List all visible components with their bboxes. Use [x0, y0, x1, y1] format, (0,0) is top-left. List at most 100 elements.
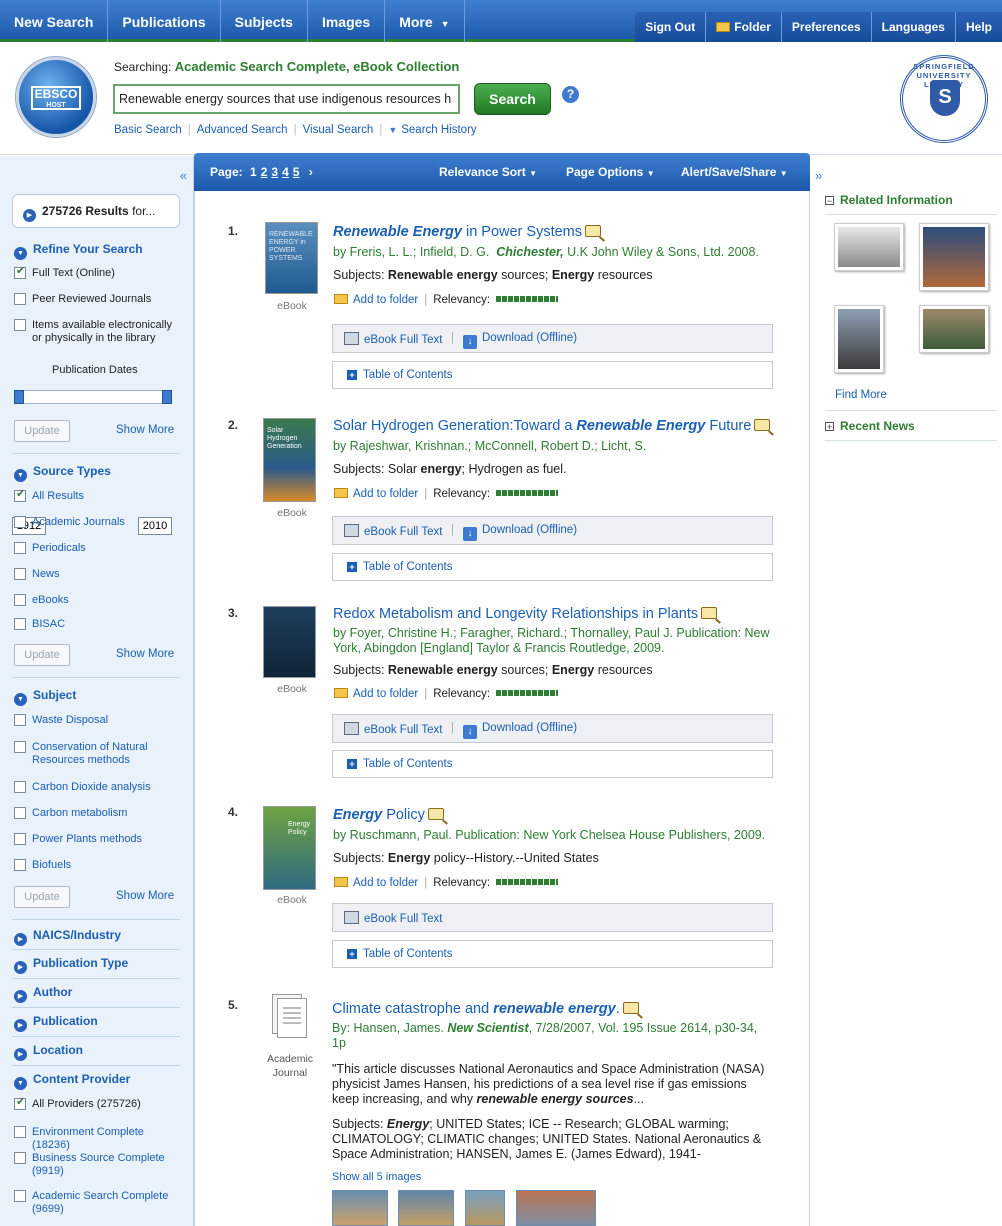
languages-link[interactable]: Languages	[870, 12, 955, 42]
slider-handle-left[interactable]	[14, 390, 24, 404]
relevance-sort-dropdown[interactable]: Relevance Sort ▼	[439, 165, 537, 179]
search-history-link[interactable]: Search History	[401, 124, 476, 136]
update-button[interactable]: Update	[14, 420, 70, 442]
ebook-full-text-link[interactable]: eBook Full Text	[344, 332, 442, 346]
help-link[interactable]: Help	[954, 12, 1002, 42]
preview-magnifier-icon[interactable]	[754, 419, 771, 431]
update-button[interactable]: Update	[14, 886, 70, 908]
provider-all[interactable]: All Providers (275726)	[14, 1096, 184, 1111]
next-page-icon[interactable]: ›	[309, 165, 313, 179]
page-options-dropdown[interactable]: Page Options ▼	[566, 165, 655, 179]
filter-peer-reviewed[interactable]: Peer Reviewed Journals	[14, 293, 184, 306]
checkbox[interactable]	[14, 319, 26, 331]
page-2-link[interactable]: 2	[261, 165, 268, 179]
checkbox[interactable]	[14, 833, 26, 845]
nav-new-search[interactable]: New Search	[0, 0, 109, 42]
slider-handle-right[interactable]	[162, 390, 172, 404]
date-range-slider[interactable]	[14, 390, 172, 404]
author-heading[interactable]: ▶ Author	[14, 985, 72, 1003]
book-cover-thumbnail[interactable]: RENEWABLE ENERGY in POWER SYSTEMS	[265, 222, 318, 294]
source-periodicals[interactable]: Periodicals	[14, 542, 184, 555]
result-title[interactable]: Renewable Energy in Power Systems	[333, 223, 783, 241]
show-all-images-link[interactable]: Show all 5 images	[332, 1171, 421, 1183]
download-offline-link[interactable]: ↓ Download (Offline)	[463, 722, 577, 739]
checkbox[interactable]	[14, 542, 26, 554]
checkbox[interactable]	[14, 516, 26, 528]
table-of-contents-toggle[interactable]: + Table of Contents	[332, 940, 773, 968]
checkbox[interactable]	[14, 1126, 26, 1138]
checkbox[interactable]	[14, 488, 26, 502]
source-all-results[interactable]: All Results	[14, 488, 184, 503]
results-count-box[interactable]: ▶ 275726 Results for...	[12, 194, 180, 228]
result-title[interactable]: Solar Hydrogen Generation:Toward a Renew…	[333, 417, 783, 435]
checkbox[interactable]	[14, 1152, 26, 1164]
related-image[interactable]	[834, 305, 884, 373]
checkbox[interactable]	[14, 265, 26, 279]
image-thumbnail[interactable]	[465, 1190, 505, 1226]
checkbox[interactable]	[14, 741, 26, 753]
source-bisac[interactable]: BISAC	[14, 618, 184, 631]
nav-publications[interactable]: Publications	[108, 0, 221, 42]
related-image[interactable]	[834, 223, 904, 271]
filter-available-library[interactable]: Items available electronically or physic…	[14, 319, 184, 345]
download-offline-link[interactable]: ↓ Download (Offline)	[463, 332, 577, 349]
subject-power-plants[interactable]: Power Plants methods	[14, 833, 184, 846]
checkbox[interactable]	[14, 1096, 26, 1110]
publication-type-heading[interactable]: ▶ Publication Type	[14, 956, 128, 974]
book-cover-thumbnail[interactable]: Solar Hydrogen Generation	[263, 418, 316, 502]
checkbox[interactable]	[14, 618, 26, 630]
refine-search-heading[interactable]: ▼ Refine Your Search	[14, 242, 143, 260]
source-types-heading[interactable]: ▼ Source Types	[14, 464, 111, 482]
image-thumbnail[interactable]	[516, 1190, 596, 1226]
ebook-full-text-link[interactable]: eBook Full Text	[344, 524, 442, 538]
visual-search-link[interactable]: Visual Search	[303, 124, 374, 136]
source-academic-journals[interactable]: Academic Journals	[14, 516, 184, 529]
table-of-contents-toggle[interactable]: + Table of Contents	[332, 750, 773, 778]
subject-heading[interactable]: ▼ Subject	[14, 688, 76, 706]
checkbox[interactable]	[14, 781, 26, 793]
book-cover-thumbnail[interactable]: Energy Policy	[263, 806, 316, 890]
result-title[interactable]: Climate catastrophe and renewable energy…	[332, 1000, 782, 1018]
ebook-full-text-link[interactable]: eBook Full Text	[344, 722, 442, 736]
filter-full-text[interactable]: Full Text (Online)	[14, 265, 184, 280]
checkbox[interactable]	[14, 859, 26, 871]
checkbox[interactable]	[14, 594, 26, 606]
subject-carbon-dioxide[interactable]: Carbon Dioxide analysis	[14, 781, 184, 794]
provider-academic-search[interactable]: Academic Search Complete (9699)	[14, 1190, 184, 1216]
advanced-search-link[interactable]: Advanced Search	[197, 124, 288, 136]
help-icon[interactable]: ?	[562, 86, 579, 103]
table-of-contents-toggle[interactable]: + Table of Contents	[332, 361, 773, 389]
provider-environment-complete[interactable]: Environment Complete (18236)	[14, 1126, 184, 1152]
page-1-link[interactable]: 1	[250, 165, 257, 179]
search-input[interactable]	[113, 84, 460, 114]
image-thumbnail[interactable]	[398, 1190, 454, 1226]
naics-heading[interactable]: ▶ NAICS/Industry	[14, 928, 121, 946]
nav-images[interactable]: Images	[308, 0, 386, 42]
related-image[interactable]	[919, 305, 989, 353]
show-more-link[interactable]: Show More	[116, 648, 174, 660]
find-more-link[interactable]: Find More	[835, 389, 887, 401]
image-thumbnail[interactable]	[332, 1190, 388, 1226]
preview-magnifier-icon[interactable]	[427, 808, 444, 820]
checkbox[interactable]	[14, 714, 26, 726]
sign-out-link[interactable]: Sign Out	[635, 12, 705, 42]
subject-carbon-metabolism[interactable]: Carbon metabolism	[14, 807, 184, 820]
page-3-link[interactable]: 3	[271, 165, 278, 179]
checkbox[interactable]	[14, 293, 26, 305]
result-title[interactable]: Energy Policy	[333, 806, 783, 824]
checkbox[interactable]	[14, 1190, 26, 1202]
result-title[interactable]: Redox Metabolism and Longevity Relations…	[333, 605, 783, 623]
related-image[interactable]	[919, 223, 989, 291]
provider-business-source[interactable]: Business Source Complete (9919)	[14, 1152, 184, 1178]
add-to-folder-link[interactable]: Add to folder	[353, 488, 418, 500]
preview-magnifier-icon[interactable]	[585, 225, 602, 237]
show-more-link[interactable]: Show More	[116, 890, 174, 902]
source-ebooks[interactable]: eBooks	[14, 594, 184, 607]
checkbox[interactable]	[14, 568, 26, 580]
collapse-right-icon[interactable]: »	[815, 168, 822, 183]
preferences-link[interactable]: Preferences	[780, 12, 871, 42]
add-to-folder-link[interactable]: Add to folder	[353, 877, 418, 889]
book-cover-thumbnail[interactable]	[263, 606, 316, 678]
add-to-folder-link[interactable]: Add to folder	[353, 688, 418, 700]
folder-link[interactable]: Folder	[705, 12, 781, 42]
